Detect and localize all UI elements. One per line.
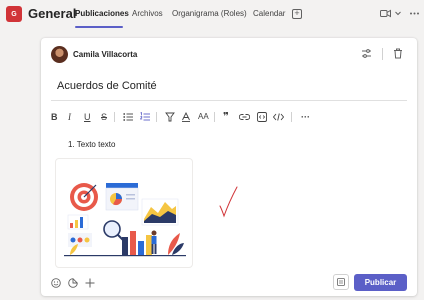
pasted-image[interactable] <box>55 158 193 268</box>
link-icon[interactable] <box>239 113 250 121</box>
active-tab-indicator <box>75 26 123 28</box>
tab-calendar[interactable]: Calendar <box>253 9 285 18</box>
toolbar-divider <box>114 112 115 122</box>
avatar <box>51 46 68 63</box>
calendar-icon <box>337 278 345 286</box>
more-options-icon[interactable]: ··· <box>301 110 310 124</box>
channel-title: General <box>28 6 77 21</box>
inline-code-icon[interactable] <box>257 112 267 122</box>
italic-icon[interactable]: I <box>68 110 71 124</box>
formatting-toolbar: B I U S AA ❞ ··· <box>51 110 407 124</box>
font-size-icon[interactable]: AA <box>198 110 209 124</box>
add-icon[interactable] <box>85 278 95 288</box>
underline-icon[interactable]: U <box>84 110 91 124</box>
subject-input[interactable]: Acuerdos de Comité <box>57 80 157 92</box>
schedule-button[interactable] <box>333 274 349 290</box>
highlight-icon[interactable] <box>165 112 175 122</box>
numbered-list-icon[interactable] <box>140 112 150 122</box>
subject-divider <box>51 100 407 101</box>
publish-button[interactable]: Publicar <box>354 274 407 291</box>
tab-publicaciones[interactable]: Publicaciones <box>75 9 129 18</box>
tab-archivos[interactable]: Archivos <box>132 9 163 18</box>
chevron-down-icon[interactable] <box>395 11 401 16</box>
tab-organigrama[interactable]: Organigrama (Roles) <box>172 9 247 18</box>
code-block-icon[interactable] <box>273 113 284 121</box>
delete-icon[interactable] <box>393 48 403 59</box>
format-options-icon[interactable] <box>361 48 372 59</box>
strikethrough-icon[interactable]: S <box>101 110 107 124</box>
author-name: Camila Villacorta <box>73 50 138 59</box>
channel-header: G General Publicaciones Archivos Organig… <box>0 0 424 32</box>
add-tab-icon[interactable]: + <box>292 9 302 19</box>
font-color-icon[interactable] <box>181 112 191 122</box>
divider <box>382 48 383 60</box>
toolbar-divider <box>291 112 292 122</box>
sticker-icon[interactable] <box>68 278 78 288</box>
post-composer: Camila Villacorta Acuerdos de Comité B I… <box>41 38 417 296</box>
more-icon[interactable] <box>410 12 419 15</box>
toolbar-divider <box>156 112 157 122</box>
quote-icon[interactable]: ❞ <box>223 110 229 124</box>
video-icon[interactable] <box>380 9 391 18</box>
analytics-illustration <box>64 183 186 257</box>
team-avatar[interactable]: G <box>6 6 22 22</box>
bold-icon[interactable]: B <box>51 110 58 124</box>
bulleted-list-icon[interactable] <box>123 112 133 122</box>
toolbar-divider <box>214 112 215 122</box>
handwritten-check-mark <box>219 186 238 218</box>
emoji-icon[interactable] <box>51 278 61 288</box>
list-item[interactable]: 1. Texto texto <box>68 140 115 149</box>
